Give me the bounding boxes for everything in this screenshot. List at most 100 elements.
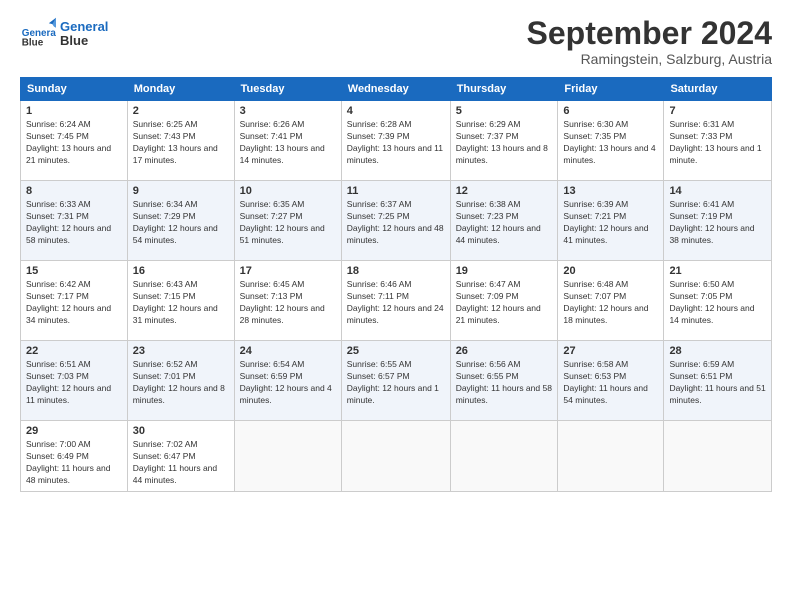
day-info: Sunrise: 6:25 AM Sunset: 7:43 PM Dayligh…	[133, 119, 229, 167]
calendar-week-row: 15 Sunrise: 6:42 AM Sunset: 7:17 PM Dayl…	[21, 261, 772, 341]
day-number: 13	[563, 185, 658, 197]
day-info: Sunrise: 6:42 AM Sunset: 7:17 PM Dayligh…	[26, 279, 122, 327]
day-info: Sunrise: 6:52 AM Sunset: 7:01 PM Dayligh…	[133, 359, 229, 407]
calendar-week-row: 1 Sunrise: 6:24 AM Sunset: 7:45 PM Dayli…	[21, 101, 772, 181]
day-number: 18	[347, 265, 445, 277]
calendar-cell	[558, 421, 664, 492]
calendar-cell: 5 Sunrise: 6:29 AM Sunset: 7:37 PM Dayli…	[450, 101, 558, 181]
calendar-cell: 8 Sunrise: 6:33 AM Sunset: 7:31 PM Dayli…	[21, 181, 128, 261]
svg-text:Blue: Blue	[22, 38, 44, 49]
day-number: 2	[133, 105, 229, 117]
calendar-cell: 17 Sunrise: 6:45 AM Sunset: 7:13 PM Dayl…	[234, 261, 341, 341]
day-number: 19	[456, 265, 553, 277]
day-info: Sunrise: 6:33 AM Sunset: 7:31 PM Dayligh…	[26, 199, 122, 247]
calendar-cell: 25 Sunrise: 6:55 AM Sunset: 6:57 PM Dayl…	[341, 341, 450, 421]
calendar-cell: 22 Sunrise: 6:51 AM Sunset: 7:03 PM Dayl…	[21, 341, 128, 421]
day-info: Sunrise: 6:39 AM Sunset: 7:21 PM Dayligh…	[563, 199, 658, 247]
month-title: September 2024	[527, 16, 772, 51]
day-number: 30	[133, 425, 229, 437]
day-number: 5	[456, 105, 553, 117]
calendar-cell	[664, 421, 772, 492]
day-info: Sunrise: 6:59 AM Sunset: 6:51 PM Dayligh…	[669, 359, 766, 407]
day-info: Sunrise: 6:38 AM Sunset: 7:23 PM Dayligh…	[456, 199, 553, 247]
calendar-cell: 1 Sunrise: 6:24 AM Sunset: 7:45 PM Dayli…	[21, 101, 128, 181]
day-info: Sunrise: 6:48 AM Sunset: 7:07 PM Dayligh…	[563, 279, 658, 327]
day-number: 8	[26, 185, 122, 197]
day-info: Sunrise: 6:55 AM Sunset: 6:57 PM Dayligh…	[347, 359, 445, 407]
col-header-thursday: Thursday	[450, 78, 558, 101]
calendar-cell: 30 Sunrise: 7:02 AM Sunset: 6:47 PM Dayl…	[127, 421, 234, 492]
col-header-wednesday: Wednesday	[341, 78, 450, 101]
day-number: 23	[133, 345, 229, 357]
logo: General Blue General Blue	[20, 16, 108, 52]
calendar-week-row: 22 Sunrise: 6:51 AM Sunset: 7:03 PM Dayl…	[21, 341, 772, 421]
day-number: 7	[669, 105, 766, 117]
calendar-cell: 21 Sunrise: 6:50 AM Sunset: 7:05 PM Dayl…	[664, 261, 772, 341]
calendar-cell: 26 Sunrise: 6:56 AM Sunset: 6:55 PM Dayl…	[450, 341, 558, 421]
day-number: 27	[563, 345, 658, 357]
calendar-cell: 12 Sunrise: 6:38 AM Sunset: 7:23 PM Dayl…	[450, 181, 558, 261]
calendar-cell: 11 Sunrise: 6:37 AM Sunset: 7:25 PM Dayl…	[341, 181, 450, 261]
day-info: Sunrise: 6:37 AM Sunset: 7:25 PM Dayligh…	[347, 199, 445, 247]
day-info: Sunrise: 6:58 AM Sunset: 6:53 PM Dayligh…	[563, 359, 658, 407]
calendar-cell: 29 Sunrise: 7:00 AM Sunset: 6:49 PM Dayl…	[21, 421, 128, 492]
col-header-friday: Friday	[558, 78, 664, 101]
day-info: Sunrise: 6:50 AM Sunset: 7:05 PM Dayligh…	[669, 279, 766, 327]
day-info: Sunrise: 6:35 AM Sunset: 7:27 PM Dayligh…	[240, 199, 336, 247]
col-header-monday: Monday	[127, 78, 234, 101]
day-info: Sunrise: 6:43 AM Sunset: 7:15 PM Dayligh…	[133, 279, 229, 327]
calendar-cell: 24 Sunrise: 6:54 AM Sunset: 6:59 PM Dayl…	[234, 341, 341, 421]
location-subtitle: Ramingstein, Salzburg, Austria	[527, 51, 772, 67]
day-number: 17	[240, 265, 336, 277]
calendar-cell	[234, 421, 341, 492]
day-info: Sunrise: 6:51 AM Sunset: 7:03 PM Dayligh…	[26, 359, 122, 407]
day-number: 3	[240, 105, 336, 117]
calendar-cell: 13 Sunrise: 6:39 AM Sunset: 7:21 PM Dayl…	[558, 181, 664, 261]
day-number: 12	[456, 185, 553, 197]
calendar-week-row: 29 Sunrise: 7:00 AM Sunset: 6:49 PM Dayl…	[21, 421, 772, 492]
day-number: 4	[347, 105, 445, 117]
calendar-header-row: SundayMondayTuesdayWednesdayThursdayFrid…	[21, 78, 772, 101]
day-number: 6	[563, 105, 658, 117]
day-number: 10	[240, 185, 336, 197]
day-info: Sunrise: 6:30 AM Sunset: 7:35 PM Dayligh…	[563, 119, 658, 167]
col-header-sunday: Sunday	[21, 78, 128, 101]
day-number: 22	[26, 345, 122, 357]
day-info: Sunrise: 6:24 AM Sunset: 7:45 PM Dayligh…	[26, 119, 122, 167]
calendar-cell: 28 Sunrise: 6:59 AM Sunset: 6:51 PM Dayl…	[664, 341, 772, 421]
day-number: 14	[669, 185, 766, 197]
calendar-cell: 3 Sunrise: 6:26 AM Sunset: 7:41 PM Dayli…	[234, 101, 341, 181]
day-number: 26	[456, 345, 553, 357]
col-header-saturday: Saturday	[664, 78, 772, 101]
day-number: 21	[669, 265, 766, 277]
calendar-cell: 27 Sunrise: 6:58 AM Sunset: 6:53 PM Dayl…	[558, 341, 664, 421]
calendar-cell: 7 Sunrise: 6:31 AM Sunset: 7:33 PM Dayli…	[664, 101, 772, 181]
calendar-cell: 10 Sunrise: 6:35 AM Sunset: 7:27 PM Dayl…	[234, 181, 341, 261]
day-info: Sunrise: 6:41 AM Sunset: 7:19 PM Dayligh…	[669, 199, 766, 247]
day-info: Sunrise: 6:56 AM Sunset: 6:55 PM Dayligh…	[456, 359, 553, 407]
day-number: 11	[347, 185, 445, 197]
day-info: Sunrise: 6:26 AM Sunset: 7:41 PM Dayligh…	[240, 119, 336, 167]
day-number: 1	[26, 105, 122, 117]
day-info: Sunrise: 6:29 AM Sunset: 7:37 PM Dayligh…	[456, 119, 553, 167]
day-number: 25	[347, 345, 445, 357]
day-info: Sunrise: 7:02 AM Sunset: 6:47 PM Dayligh…	[133, 439, 229, 487]
day-info: Sunrise: 6:47 AM Sunset: 7:09 PM Dayligh…	[456, 279, 553, 327]
day-info: Sunrise: 7:00 AM Sunset: 6:49 PM Dayligh…	[26, 439, 122, 487]
day-number: 20	[563, 265, 658, 277]
calendar-cell	[341, 421, 450, 492]
day-info: Sunrise: 6:54 AM Sunset: 6:59 PM Dayligh…	[240, 359, 336, 407]
calendar-cell: 4 Sunrise: 6:28 AM Sunset: 7:39 PM Dayli…	[341, 101, 450, 181]
calendar-cell: 23 Sunrise: 6:52 AM Sunset: 7:01 PM Dayl…	[127, 341, 234, 421]
calendar-cell: 2 Sunrise: 6:25 AM Sunset: 7:43 PM Dayli…	[127, 101, 234, 181]
calendar-cell	[450, 421, 558, 492]
calendar-cell: 16 Sunrise: 6:43 AM Sunset: 7:15 PM Dayl…	[127, 261, 234, 341]
logo-line2: Blue	[60, 34, 108, 48]
calendar-week-row: 8 Sunrise: 6:33 AM Sunset: 7:31 PM Dayli…	[21, 181, 772, 261]
day-info: Sunrise: 6:31 AM Sunset: 7:33 PM Dayligh…	[669, 119, 766, 167]
calendar-cell: 6 Sunrise: 6:30 AM Sunset: 7:35 PM Dayli…	[558, 101, 664, 181]
day-info: Sunrise: 6:45 AM Sunset: 7:13 PM Dayligh…	[240, 279, 336, 327]
day-info: Sunrise: 6:28 AM Sunset: 7:39 PM Dayligh…	[347, 119, 445, 167]
day-number: 24	[240, 345, 336, 357]
logo-icon: General Blue	[20, 16, 56, 52]
